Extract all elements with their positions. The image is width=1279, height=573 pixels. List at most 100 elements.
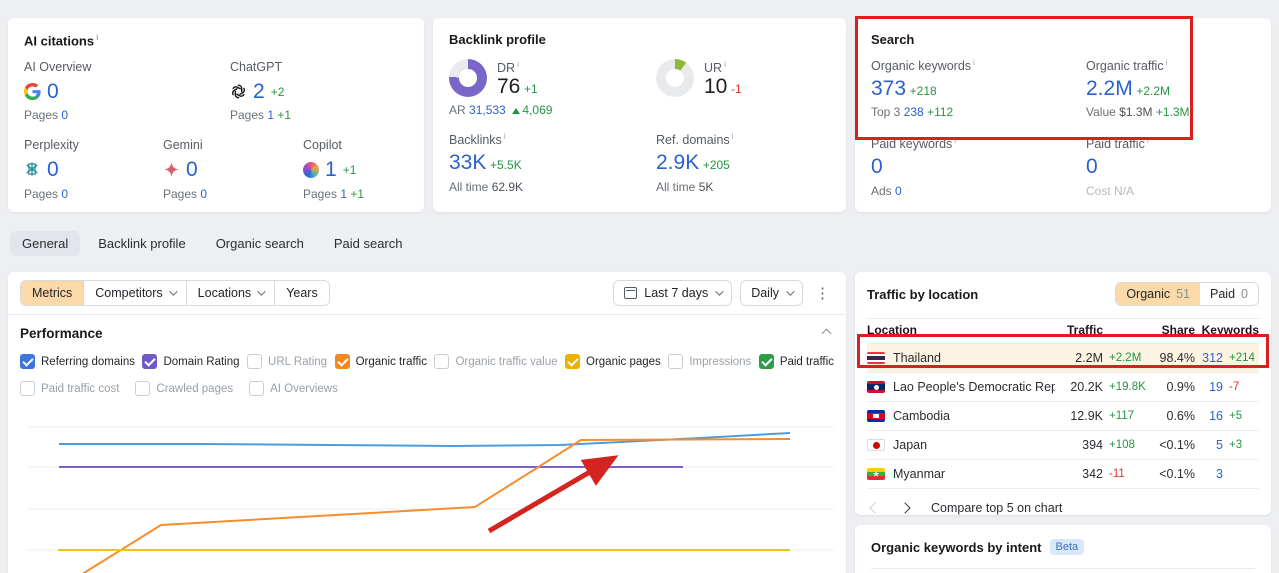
next-page-icon[interactable] (899, 502, 911, 514)
competitors-button[interactable]: Competitors (84, 281, 187, 305)
table-row-cambodia[interactable]: Cambodia 12.9K +117 0.6% 16 +5 (867, 402, 1259, 431)
metric-value[interactable]: 0 (871, 155, 883, 178)
metric-label: Organic keywords (871, 59, 972, 74)
keywords-delta: +3 (1229, 439, 1243, 451)
thailand-flag-icon (867, 352, 885, 364)
keywords-link[interactable]: 16 (1195, 409, 1223, 423)
column-header-share[interactable]: Share (1149, 323, 1195, 337)
metric-value: 0 (47, 80, 59, 104)
pages-value[interactable]: 0 (61, 108, 68, 122)
sub-value[interactable]: 238 (904, 105, 924, 119)
previous-page-icon[interactable] (869, 502, 881, 514)
tab-paid-search[interactable]: Paid search (322, 231, 415, 256)
info-icon: i (1165, 57, 1168, 67)
pages-value[interactable]: 1 (340, 187, 347, 201)
divider (8, 314, 846, 315)
checkbox-crawled-pages[interactable]: Crawled pages (135, 381, 233, 396)
checkbox-organic-traffic-value[interactable]: Organic traffic value (434, 354, 558, 369)
pages-delta: +1 (350, 186, 365, 201)
metric-value[interactable]: 2.2M (1086, 77, 1133, 100)
years-label: Years (286, 286, 318, 300)
checkbox-domain-rating[interactable]: Domain Rating (142, 354, 240, 369)
keywords-link[interactable]: 312 (1195, 351, 1223, 365)
metric-value[interactable]: 373 (871, 77, 906, 100)
metric-value[interactable]: 2.9K (656, 151, 699, 174)
checkbox-paid-traffic-cost[interactable]: Paid traffic cost (20, 381, 119, 396)
info-icon: i (724, 59, 726, 69)
granularity-label: Daily (751, 286, 779, 300)
metric-value: 76 (497, 75, 521, 99)
collapse-chevron-up-icon[interactable] (821, 328, 832, 339)
keywords-link[interactable]: 19 (1195, 380, 1223, 394)
tab-backlink-profile[interactable]: Backlink profile (86, 231, 197, 256)
organic-traffic-metric: Organic traffic i 2.2M +2.2M Value $1.3M … (1086, 57, 1255, 119)
metrics-button[interactable]: Metrics (21, 281, 85, 305)
chatgpt-metric: ChatGPT 2 +2 Pages 1 +1 (230, 60, 291, 122)
checkbox-paid-traffic[interactable]: Paid traffic (758, 354, 834, 369)
gemini-metric: Gemini 0 Pages 0 (163, 138, 303, 200)
checkbox-organic-pages[interactable]: Organic pages (565, 354, 661, 369)
table-row-japan[interactable]: Japan 394 +108 <0.1% 5 +3 (867, 431, 1259, 460)
table-header-row: Location Traffic Share Keywords (867, 318, 1259, 344)
pages-value[interactable]: 0 (200, 187, 207, 201)
metric-value: 0 (186, 158, 198, 182)
checkbox-icon (758, 354, 774, 369)
checkbox-impressions[interactable]: Impressions (668, 354, 751, 369)
chevron-down-icon (168, 287, 178, 296)
years-button[interactable]: Years (275, 281, 329, 305)
sub-delta: +1.3M (1155, 105, 1190, 120)
metric-value: 2 (253, 80, 265, 104)
table-row-laos[interactable]: Lao People's Democratic Reput 20.2K +19.… (867, 373, 1259, 402)
column-header-location[interactable]: Location (867, 323, 1055, 337)
metric-value[interactable]: 33K (449, 151, 486, 174)
keywords-link[interactable]: 3 (1195, 467, 1223, 481)
tab-organic-search[interactable]: Organic search (204, 231, 316, 256)
backlink-profile-card: Backlink profile DR i 76 +1 AR 31,533 4,0… (433, 18, 846, 212)
pages-value[interactable]: 1 (267, 108, 274, 122)
checkbox-ai-overviews[interactable]: AI Overviews (249, 381, 338, 396)
backlink-profile-title: Backlink profile (449, 32, 546, 47)
myanmar-flag-icon (867, 468, 885, 480)
table-row-myanmar[interactable]: Myanmar 342 -11 <0.1% 3 (867, 460, 1259, 489)
location-name: Cambodia (893, 409, 950, 423)
traffic-delta: +117 (1109, 410, 1135, 422)
column-header-keywords[interactable]: Keywords (1195, 323, 1259, 337)
metric-delta: +5.5K (490, 158, 522, 173)
cambodia-flag-icon (867, 410, 885, 422)
pages-value[interactable]: 0 (61, 187, 68, 201)
checkbox-organic-traffic[interactable]: Organic traffic (334, 354, 427, 369)
checkbox-icon (434, 354, 450, 369)
compare-top5-link[interactable]: Compare top 5 on chart (931, 501, 1062, 515)
checkbox-label: Organic traffic (355, 355, 427, 368)
perplexity-metric: Perplexity 0 Pages 0 (24, 138, 163, 200)
checkbox-label: Domain Rating (163, 355, 240, 368)
ar-value[interactable]: 31,533 (469, 103, 506, 117)
traffic-by-location-title: Traffic by location (867, 286, 979, 302)
share-value: <0.1% (1159, 438, 1195, 452)
search-card: Search Organic keywords i 373 +218 Top 3 … (855, 18, 1271, 212)
column-header-traffic[interactable]: Traffic (1055, 323, 1103, 337)
checkbox-label: URL Rating (268, 355, 328, 368)
sub-value[interactable]: 0 (895, 184, 902, 198)
organic-count: 51 (1176, 287, 1191, 301)
table-row-thailand[interactable]: Thailand 2.2M +2.2M 98.4% 312 +214 (867, 344, 1259, 373)
alltime-value: 5K (698, 179, 714, 194)
checkbox-referring-domains[interactable]: Referring domains (20, 354, 135, 369)
keywords-link[interactable]: 5 (1195, 438, 1223, 452)
kebab-menu-icon[interactable]: ⋮ (811, 284, 834, 302)
locations-button[interactable]: Locations (187, 281, 276, 305)
metric-delta: +205 (702, 158, 730, 173)
organic-toggle-button[interactable]: Organic 51 (1116, 283, 1201, 305)
checkbox-icon (20, 354, 35, 369)
performance-chart-card: Metrics Competitors Locations Years Last… (8, 272, 846, 573)
date-range-button[interactable]: Last 7 days (613, 280, 733, 306)
keywords-delta: -7 (1229, 381, 1240, 393)
dr-donut-chart (449, 59, 487, 97)
traffic-value: 20.2K (1070, 380, 1103, 394)
checkbox-url-rating[interactable]: URL Rating (247, 354, 327, 369)
paid-toggle-button[interactable]: Paid 0 (1200, 283, 1258, 305)
tab-general[interactable]: General (10, 231, 81, 256)
metric-label: DR (497, 61, 516, 76)
metric-value[interactable]: 0 (1086, 155, 1098, 178)
granularity-button[interactable]: Daily (740, 280, 803, 306)
